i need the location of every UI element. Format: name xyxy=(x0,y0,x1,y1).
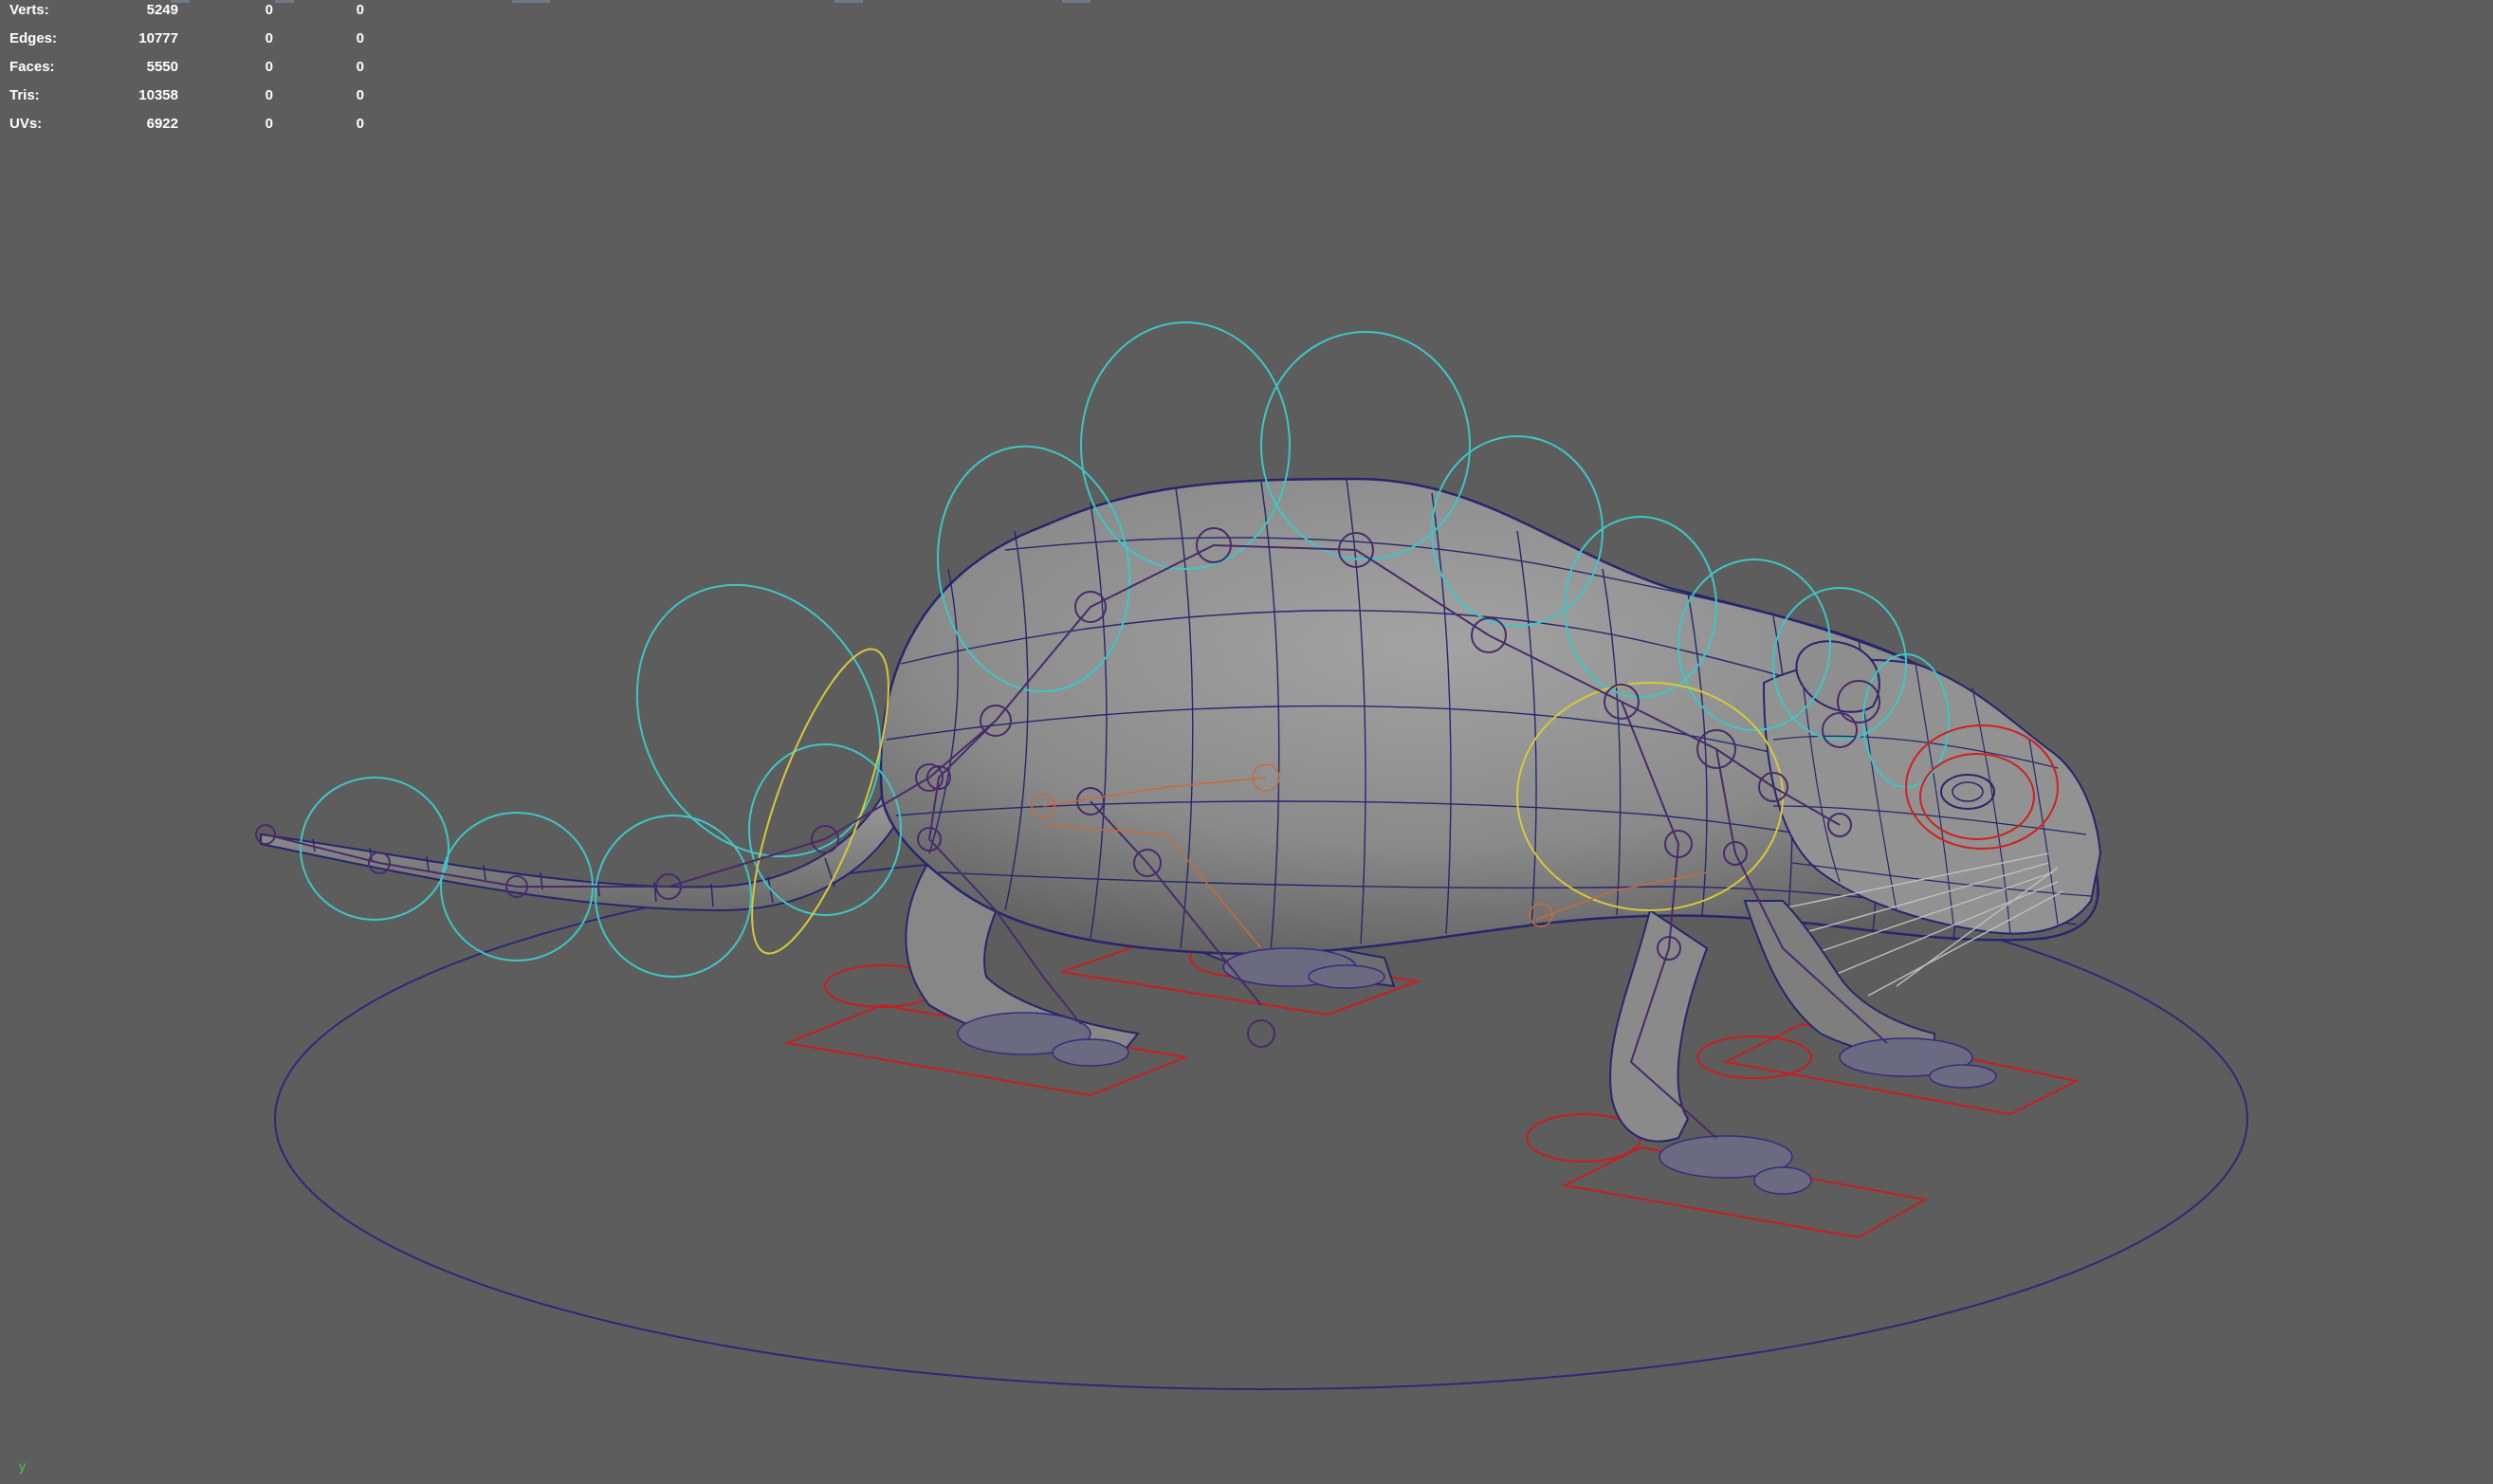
hud-value: 0 xyxy=(356,87,364,103)
hud-row-tris: Tris: 10358 0 0 xyxy=(8,85,387,114)
hud-row-faces: Faces: 5550 0 0 xyxy=(8,57,387,85)
hud-label: UVs: xyxy=(9,116,43,132)
hud-value: 0 xyxy=(356,59,364,75)
poly-count-hud: Verts: 5249 0 0 Edges: 10777 0 0 Faces: … xyxy=(8,0,387,142)
hud-row-verts: Verts: 5249 0 0 xyxy=(8,0,387,28)
hud-value: 5550 xyxy=(146,59,178,75)
hud-value: 10777 xyxy=(138,30,178,46)
view-axis-indicator: y xyxy=(19,1458,26,1474)
hud-label: Faces: xyxy=(9,59,55,75)
hud-value: 0 xyxy=(356,116,364,132)
hud-label: Edges: xyxy=(9,30,58,46)
maya-viewport[interactable]: Verts: 5249 0 0 Edges: 10777 0 0 Faces: … xyxy=(0,0,2493,1484)
hud-value: 6922 xyxy=(146,116,178,132)
hud-value: 0 xyxy=(356,2,364,18)
hud-value: 0 xyxy=(356,30,364,46)
scene-canvas[interactable] xyxy=(0,0,2493,1484)
hud-value: 0 xyxy=(265,116,273,132)
hud-row-uvs: UVs: 6922 0 0 xyxy=(8,114,387,142)
hud-value: 10358 xyxy=(138,87,178,103)
hud-label: Tris: xyxy=(9,87,40,103)
hud-label: Verts: xyxy=(9,2,49,18)
hud-value: 0 xyxy=(265,59,273,75)
hud-value: 0 xyxy=(265,30,273,46)
hud-value: 5249 xyxy=(146,2,178,18)
hud-value: 0 xyxy=(265,2,273,18)
hud-row-edges: Edges: 10777 0 0 xyxy=(8,28,387,57)
hud-value: 0 xyxy=(265,87,273,103)
